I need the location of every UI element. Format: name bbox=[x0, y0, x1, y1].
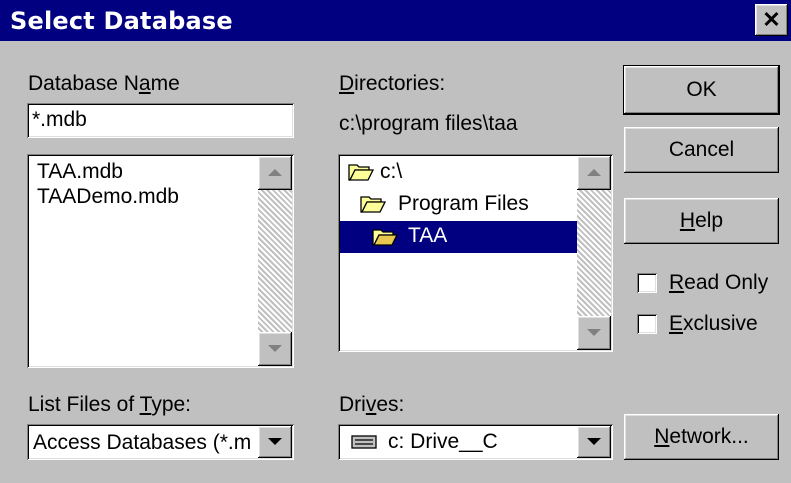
drive-icon bbox=[351, 435, 377, 449]
cancel-button[interactable]: Cancel bbox=[624, 127, 779, 173]
directories-label: Directories: bbox=[339, 72, 446, 95]
drives-label: Drives: bbox=[339, 393, 405, 416]
file-type-select[interactable]: Access Databases (*.m bbox=[27, 424, 294, 460]
help-button[interactable]: Help bbox=[624, 198, 779, 244]
exclusive-checkbox[interactable] bbox=[637, 314, 657, 334]
file-list-scrollbar[interactable] bbox=[258, 156, 292, 366]
folder-open-icon bbox=[360, 196, 386, 213]
title-bar: Select Database ✕ bbox=[0, 0, 791, 41]
drives-value: c: Drive__C bbox=[388, 430, 498, 453]
directory-list[interactable]: c:\ Program Files TAA bbox=[338, 154, 613, 352]
arrow-down-icon bbox=[587, 329, 601, 336]
scroll-up-button[interactable] bbox=[577, 156, 611, 190]
window-title: Select Database bbox=[10, 7, 233, 35]
folder-open-icon bbox=[372, 229, 398, 246]
list-item[interactable]: TAADemo.mdb bbox=[37, 185, 179, 209]
read-only-label[interactable]: Read Only bbox=[669, 271, 768, 295]
close-icon: ✕ bbox=[762, 7, 781, 32]
scroll-down-button[interactable] bbox=[258, 332, 292, 366]
list-item-selected[interactable]: TAA bbox=[340, 221, 577, 253]
scroll-up-button[interactable] bbox=[258, 156, 292, 190]
ok-button[interactable]: OK bbox=[623, 65, 780, 115]
chevron-down-icon bbox=[268, 438, 282, 445]
network-button[interactable]: Network... bbox=[624, 414, 779, 460]
current-path: c:\program files\taa bbox=[339, 112, 518, 135]
close-button[interactable]: ✕ bbox=[755, 4, 788, 36]
file-type-dropdown-button[interactable] bbox=[258, 426, 292, 458]
exclusive-label[interactable]: Exclusive bbox=[669, 312, 758, 336]
directory-list-scrollbar[interactable] bbox=[577, 156, 611, 350]
drives-select[interactable]: c: Drive__C bbox=[338, 424, 613, 460]
folder-open-icon bbox=[348, 164, 374, 181]
file-type-label: List Files of Type: bbox=[28, 393, 192, 416]
chevron-down-icon bbox=[587, 438, 601, 445]
scroll-down-button[interactable] bbox=[577, 316, 611, 350]
read-only-checkbox[interactable] bbox=[637, 273, 657, 293]
arrow-down-icon bbox=[268, 345, 282, 352]
database-name-label: Database Name bbox=[28, 72, 180, 95]
file-type-value: Access Databases (*.m bbox=[33, 431, 252, 454]
list-item[interactable]: TAA.mdb bbox=[37, 160, 123, 184]
database-name-value: *.mdb bbox=[32, 108, 87, 131]
arrow-up-icon bbox=[268, 169, 282, 176]
drives-dropdown-button[interactable] bbox=[577, 426, 611, 458]
database-name-input[interactable]: *.mdb bbox=[27, 103, 294, 138]
arrow-up-icon bbox=[587, 169, 601, 176]
select-database-dialog: Select Database ✕ Database Name *.mdb TA… bbox=[0, 0, 791, 483]
file-list[interactable]: TAA.mdb TAADemo.mdb bbox=[27, 154, 294, 368]
